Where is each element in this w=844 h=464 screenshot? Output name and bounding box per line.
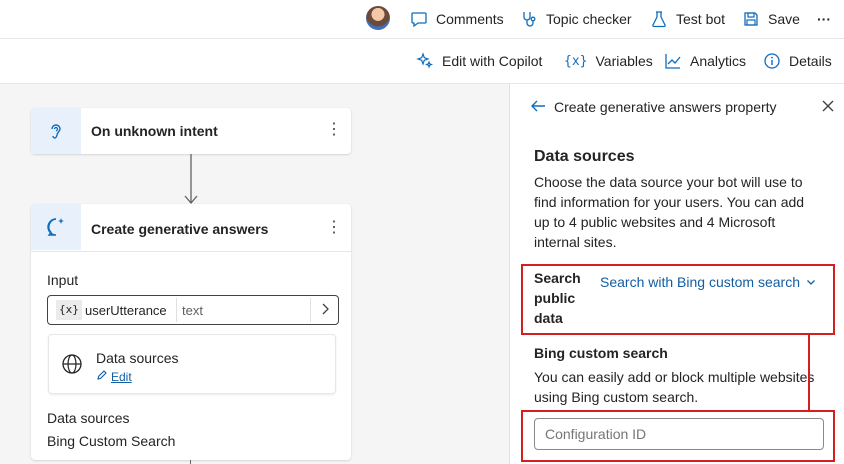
more-options-button[interactable]: ···: [817, 0, 831, 38]
bing-custom-search-description: You can easily add or block multiple web…: [534, 369, 815, 405]
variable-name: userUtterance: [85, 303, 167, 318]
variables-label: Variables: [595, 53, 653, 69]
edit-with-copilot-button[interactable]: Edit with Copilot: [416, 39, 542, 83]
test-bot-label: Test bot: [676, 11, 726, 27]
back-arrow-icon[interactable]: [529, 97, 547, 120]
avatar[interactable]: [366, 6, 390, 30]
generative-answers-node[interactable]: Create generative answers ⋮ Input {x} us…: [31, 204, 351, 460]
ear-icon: [46, 121, 66, 141]
comments-button[interactable]: Comments: [410, 0, 504, 38]
edit-label: Edit: [111, 370, 132, 384]
comments-label: Comments: [436, 11, 504, 27]
generative-node-title: Create generative answers: [91, 221, 269, 237]
chevron-divider: [310, 298, 311, 322]
save-label: Save: [768, 11, 800, 27]
node-divider: [31, 251, 351, 252]
chevron-right-icon[interactable]: [320, 301, 330, 322]
stethoscope-icon: [520, 10, 538, 28]
pencil-icon: [96, 368, 108, 386]
data-sources-card[interactable]: Data sources Edit: [48, 334, 336, 394]
data-sources-heading: Data sources: [534, 148, 635, 165]
details-button[interactable]: Details: [763, 39, 832, 83]
comment-icon: [410, 10, 428, 28]
data-sources-label: Data sources: [47, 410, 130, 426]
chart-line-icon: [664, 52, 682, 70]
test-bot-button[interactable]: Test bot: [650, 0, 725, 38]
data-sources-card-title: Data sources: [96, 350, 179, 366]
topic-checker-button[interactable]: Topic checker: [520, 0, 632, 38]
analytics-label: Analytics: [690, 53, 747, 69]
connector-line: [190, 460, 191, 464]
highlight-search-public-data: [521, 264, 835, 335]
trigger-node[interactable]: On unknown intent ⋮: [31, 108, 351, 154]
flask-icon: [650, 10, 668, 28]
topic-checker-label: Topic checker: [546, 11, 632, 27]
save-icon: [742, 10, 760, 28]
sparkle-icon: [416, 52, 434, 70]
generative-node-icon-area: [31, 204, 81, 250]
save-button[interactable]: Save: [742, 0, 800, 38]
data-sources-value: Bing Custom Search: [47, 433, 176, 449]
variable-icon: {x}: [56, 300, 82, 320]
globe-icon: [61, 353, 83, 380]
top-toolbar: Comments Topic checker Test bot Save ···: [0, 0, 844, 39]
variable-type: text: [182, 303, 203, 318]
highlight-connector: [808, 333, 810, 410]
variable-icon: {x}: [564, 53, 588, 69]
highlight-configuration-id: [521, 410, 835, 462]
data-sources-description: Choose the data source your bot will use…: [534, 174, 805, 250]
generative-node-menu-icon[interactable]: ⋮: [326, 220, 342, 236]
panel-title: Create generative answers property: [554, 99, 777, 115]
close-icon[interactable]: [820, 98, 836, 119]
secondary-toolbar: Edit with Copilot {x} Variables Analytic…: [0, 39, 844, 84]
info-icon: [763, 52, 781, 70]
trigger-node-title: On unknown intent: [91, 123, 218, 139]
connector-arrow: [184, 154, 198, 204]
edit-with-copilot-label: Edit with Copilot: [442, 53, 543, 69]
edit-link[interactable]: Edit: [96, 368, 132, 386]
analytics-button[interactable]: Analytics: [664, 39, 746, 83]
bing-custom-search-heading: Bing custom search: [534, 345, 668, 361]
input-variable-field[interactable]: {x} userUtterance text: [47, 295, 339, 325]
variables-button[interactable]: {x} Variables: [564, 39, 653, 83]
trigger-node-icon-area: [31, 108, 81, 154]
variable-divider: [176, 298, 177, 322]
trigger-node-menu-icon[interactable]: ⋮: [326, 122, 342, 138]
chat-sparkle-icon: [45, 216, 67, 238]
input-label: Input: [47, 272, 79, 288]
details-label: Details: [789, 53, 832, 69]
authoring-canvas[interactable]: On unknown intent ⋮ Create generative an…: [0, 84, 508, 464]
